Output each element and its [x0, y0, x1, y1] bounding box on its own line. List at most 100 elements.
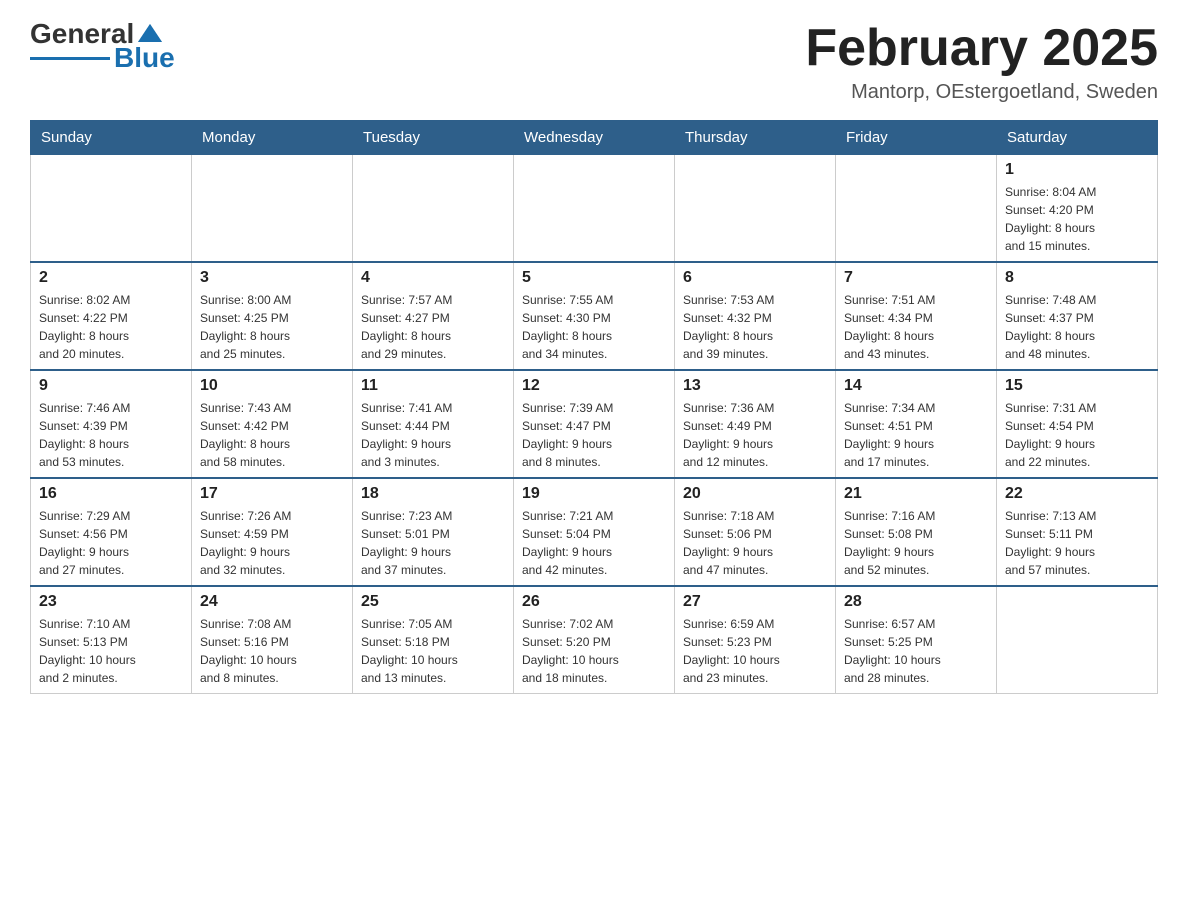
day-info: Sunrise: 7:34 AM Sunset: 4:51 PM Dayligh…: [844, 399, 988, 471]
day-info: Sunrise: 7:36 AM Sunset: 4:49 PM Dayligh…: [683, 399, 827, 471]
day-number: 19: [522, 485, 666, 503]
table-row: 19 Sunrise: 7:21 AM Sunset: 5:04 PM Dayli…: [514, 478, 675, 586]
table-row: 12 Sunrise: 7:39 AM Sunset: 4:47 PM Dayli…: [514, 370, 675, 478]
day-number: 25: [361, 593, 505, 611]
table-row: 6 Sunrise: 7:53 AM Sunset: 4:32 PM Daylig…: [675, 262, 836, 370]
calendar-week-row: 9 Sunrise: 7:46 AM Sunset: 4:39 PM Daylig…: [31, 370, 1158, 478]
table-row: 28 Sunrise: 6:57 AM Sunset: 5:25 PM Dayli…: [836, 586, 997, 694]
day-number: 22: [1005, 485, 1149, 503]
table-row: 14 Sunrise: 7:34 AM Sunset: 4:51 PM Dayli…: [836, 370, 997, 478]
calendar-week-row: 1 Sunrise: 8:04 AM Sunset: 4:20 PM Daylig…: [31, 155, 1158, 263]
day-info: Sunrise: 8:00 AM Sunset: 4:25 PM Dayligh…: [200, 291, 344, 363]
day-info: Sunrise: 7:53 AM Sunset: 4:32 PM Dayligh…: [683, 291, 827, 363]
subtitle: Mantorp, OEstergoetland, Sweden: [805, 81, 1158, 104]
day-number: 14: [844, 377, 988, 395]
day-number: 16: [39, 485, 183, 503]
day-info: Sunrise: 6:59 AM Sunset: 5:23 PM Dayligh…: [683, 615, 827, 687]
day-info: Sunrise: 7:41 AM Sunset: 4:44 PM Dayligh…: [361, 399, 505, 471]
calendar-week-row: 16 Sunrise: 7:29 AM Sunset: 4:56 PM Dayli…: [31, 478, 1158, 586]
table-row: 3 Sunrise: 8:00 AM Sunset: 4:25 PM Daylig…: [192, 262, 353, 370]
day-number: 10: [200, 377, 344, 395]
day-info: Sunrise: 7:21 AM Sunset: 5:04 PM Dayligh…: [522, 507, 666, 579]
col-sunday: Sunday: [31, 121, 192, 155]
table-row: 4Sunrise: 7:57 AM Sunset: 4:27 PM Daylig…: [353, 262, 514, 370]
day-info: Sunrise: 8:02 AM Sunset: 4:22 PM Dayligh…: [39, 291, 183, 363]
table-row: 5 Sunrise: 7:55 AM Sunset: 4:30 PM Daylig…: [514, 262, 675, 370]
table-row: 9 Sunrise: 7:46 AM Sunset: 4:39 PM Daylig…: [31, 370, 192, 478]
day-info: Sunrise: 8:04 AM Sunset: 4:20 PM Dayligh…: [1005, 183, 1149, 255]
table-row: 26 Sunrise: 7:02 AM Sunset: 5:20 PM Dayli…: [514, 586, 675, 694]
table-row: [514, 155, 675, 263]
day-info: Sunrise: 7:48 AM Sunset: 4:37 PM Dayligh…: [1005, 291, 1149, 363]
day-info: Sunrise: 7:51 AM Sunset: 4:34 PM Dayligh…: [844, 291, 988, 363]
table-row: 15 Sunrise: 7:31 AM Sunset: 4:54 PM Dayli…: [997, 370, 1158, 478]
day-number: 21: [844, 485, 988, 503]
table-row: 8 Sunrise: 7:48 AM Sunset: 4:37 PM Daylig…: [997, 262, 1158, 370]
day-info: Sunrise: 7:02 AM Sunset: 5:20 PM Dayligh…: [522, 615, 666, 687]
calendar-week-row: 23Sunrise: 7:10 AM Sunset: 5:13 PM Dayli…: [31, 586, 1158, 694]
day-info: Sunrise: 7:55 AM Sunset: 4:30 PM Dayligh…: [522, 291, 666, 363]
table-row: 2Sunrise: 8:02 AM Sunset: 4:22 PM Daylig…: [31, 262, 192, 370]
table-row: 25 Sunrise: 7:05 AM Sunset: 5:18 PM Dayli…: [353, 586, 514, 694]
day-number: 3: [200, 269, 344, 287]
table-row: 21Sunrise: 7:16 AM Sunset: 5:08 PM Dayli…: [836, 478, 997, 586]
day-info: Sunrise: 7:10 AM Sunset: 5:13 PM Dayligh…: [39, 615, 183, 687]
day-number: 18: [361, 485, 505, 503]
title-section: February 2025 Mantorp, OEstergoetland, S…: [805, 20, 1158, 104]
col-friday: Friday: [836, 121, 997, 155]
table-row: [997, 586, 1158, 694]
calendar-week-row: 2Sunrise: 8:02 AM Sunset: 4:22 PM Daylig…: [31, 262, 1158, 370]
calendar-header-row: Sunday Monday Tuesday Wednesday Thursday…: [31, 121, 1158, 155]
col-wednesday: Wednesday: [514, 121, 675, 155]
table-row: 27 Sunrise: 6:59 AM Sunset: 5:23 PM Dayli…: [675, 586, 836, 694]
table-row: 11 Sunrise: 7:41 AM Sunset: 4:44 PM Dayli…: [353, 370, 514, 478]
day-info: Sunrise: 7:23 AM Sunset: 5:01 PM Dayligh…: [361, 507, 505, 579]
day-info: Sunrise: 6:57 AM Sunset: 5:25 PM Dayligh…: [844, 615, 988, 687]
col-monday: Monday: [192, 121, 353, 155]
day-info: Sunrise: 7:39 AM Sunset: 4:47 PM Dayligh…: [522, 399, 666, 471]
logo: General Blue: [30, 20, 175, 72]
table-row: 22Sunrise: 7:13 AM Sunset: 5:11 PM Dayli…: [997, 478, 1158, 586]
day-info: Sunrise: 7:08 AM Sunset: 5:16 PM Dayligh…: [200, 615, 344, 687]
table-row: [675, 155, 836, 263]
main-title: February 2025: [805, 20, 1158, 77]
day-number: 20: [683, 485, 827, 503]
table-row: 7 Sunrise: 7:51 AM Sunset: 4:34 PM Daylig…: [836, 262, 997, 370]
col-tuesday: Tuesday: [353, 121, 514, 155]
table-row: 24 Sunrise: 7:08 AM Sunset: 5:16 PM Dayli…: [192, 586, 353, 694]
day-number: 11: [361, 377, 505, 395]
day-info: Sunrise: 7:43 AM Sunset: 4:42 PM Dayligh…: [200, 399, 344, 471]
day-number: 8: [1005, 269, 1149, 287]
day-info: Sunrise: 7:46 AM Sunset: 4:39 PM Dayligh…: [39, 399, 183, 471]
table-row: [353, 155, 514, 263]
day-number: 9: [39, 377, 183, 395]
day-number: 27: [683, 593, 827, 611]
day-info: Sunrise: 7:57 AM Sunset: 4:27 PM Dayligh…: [361, 291, 505, 363]
col-saturday: Saturday: [997, 121, 1158, 155]
day-info: Sunrise: 7:29 AM Sunset: 4:56 PM Dayligh…: [39, 507, 183, 579]
day-number: 12: [522, 377, 666, 395]
page-header: General Blue February 2025 Mantorp, OEst…: [30, 20, 1158, 104]
day-number: 24: [200, 593, 344, 611]
table-row: [31, 155, 192, 263]
logo-text-blue: Blue: [114, 44, 175, 72]
day-number: 15: [1005, 377, 1149, 395]
table-row: 18 Sunrise: 7:23 AM Sunset: 5:01 PM Dayli…: [353, 478, 514, 586]
day-number: 13: [683, 377, 827, 395]
day-number: 7: [844, 269, 988, 287]
day-number: 26: [522, 593, 666, 611]
table-row: 16 Sunrise: 7:29 AM Sunset: 4:56 PM Dayli…: [31, 478, 192, 586]
day-info: Sunrise: 7:31 AM Sunset: 4:54 PM Dayligh…: [1005, 399, 1149, 471]
day-info: Sunrise: 7:18 AM Sunset: 5:06 PM Dayligh…: [683, 507, 827, 579]
table-row: [836, 155, 997, 263]
day-number: 5: [522, 269, 666, 287]
col-thursday: Thursday: [675, 121, 836, 155]
table-row: 1 Sunrise: 8:04 AM Sunset: 4:20 PM Daylig…: [997, 155, 1158, 263]
table-row: 20 Sunrise: 7:18 AM Sunset: 5:06 PM Dayli…: [675, 478, 836, 586]
day-number: 1: [1005, 161, 1149, 179]
day-number: 17: [200, 485, 344, 503]
day-number: 6: [683, 269, 827, 287]
table-row: 13 Sunrise: 7:36 AM Sunset: 4:49 PM Dayli…: [675, 370, 836, 478]
day-info: Sunrise: 7:05 AM Sunset: 5:18 PM Dayligh…: [361, 615, 505, 687]
day-number: 28: [844, 593, 988, 611]
